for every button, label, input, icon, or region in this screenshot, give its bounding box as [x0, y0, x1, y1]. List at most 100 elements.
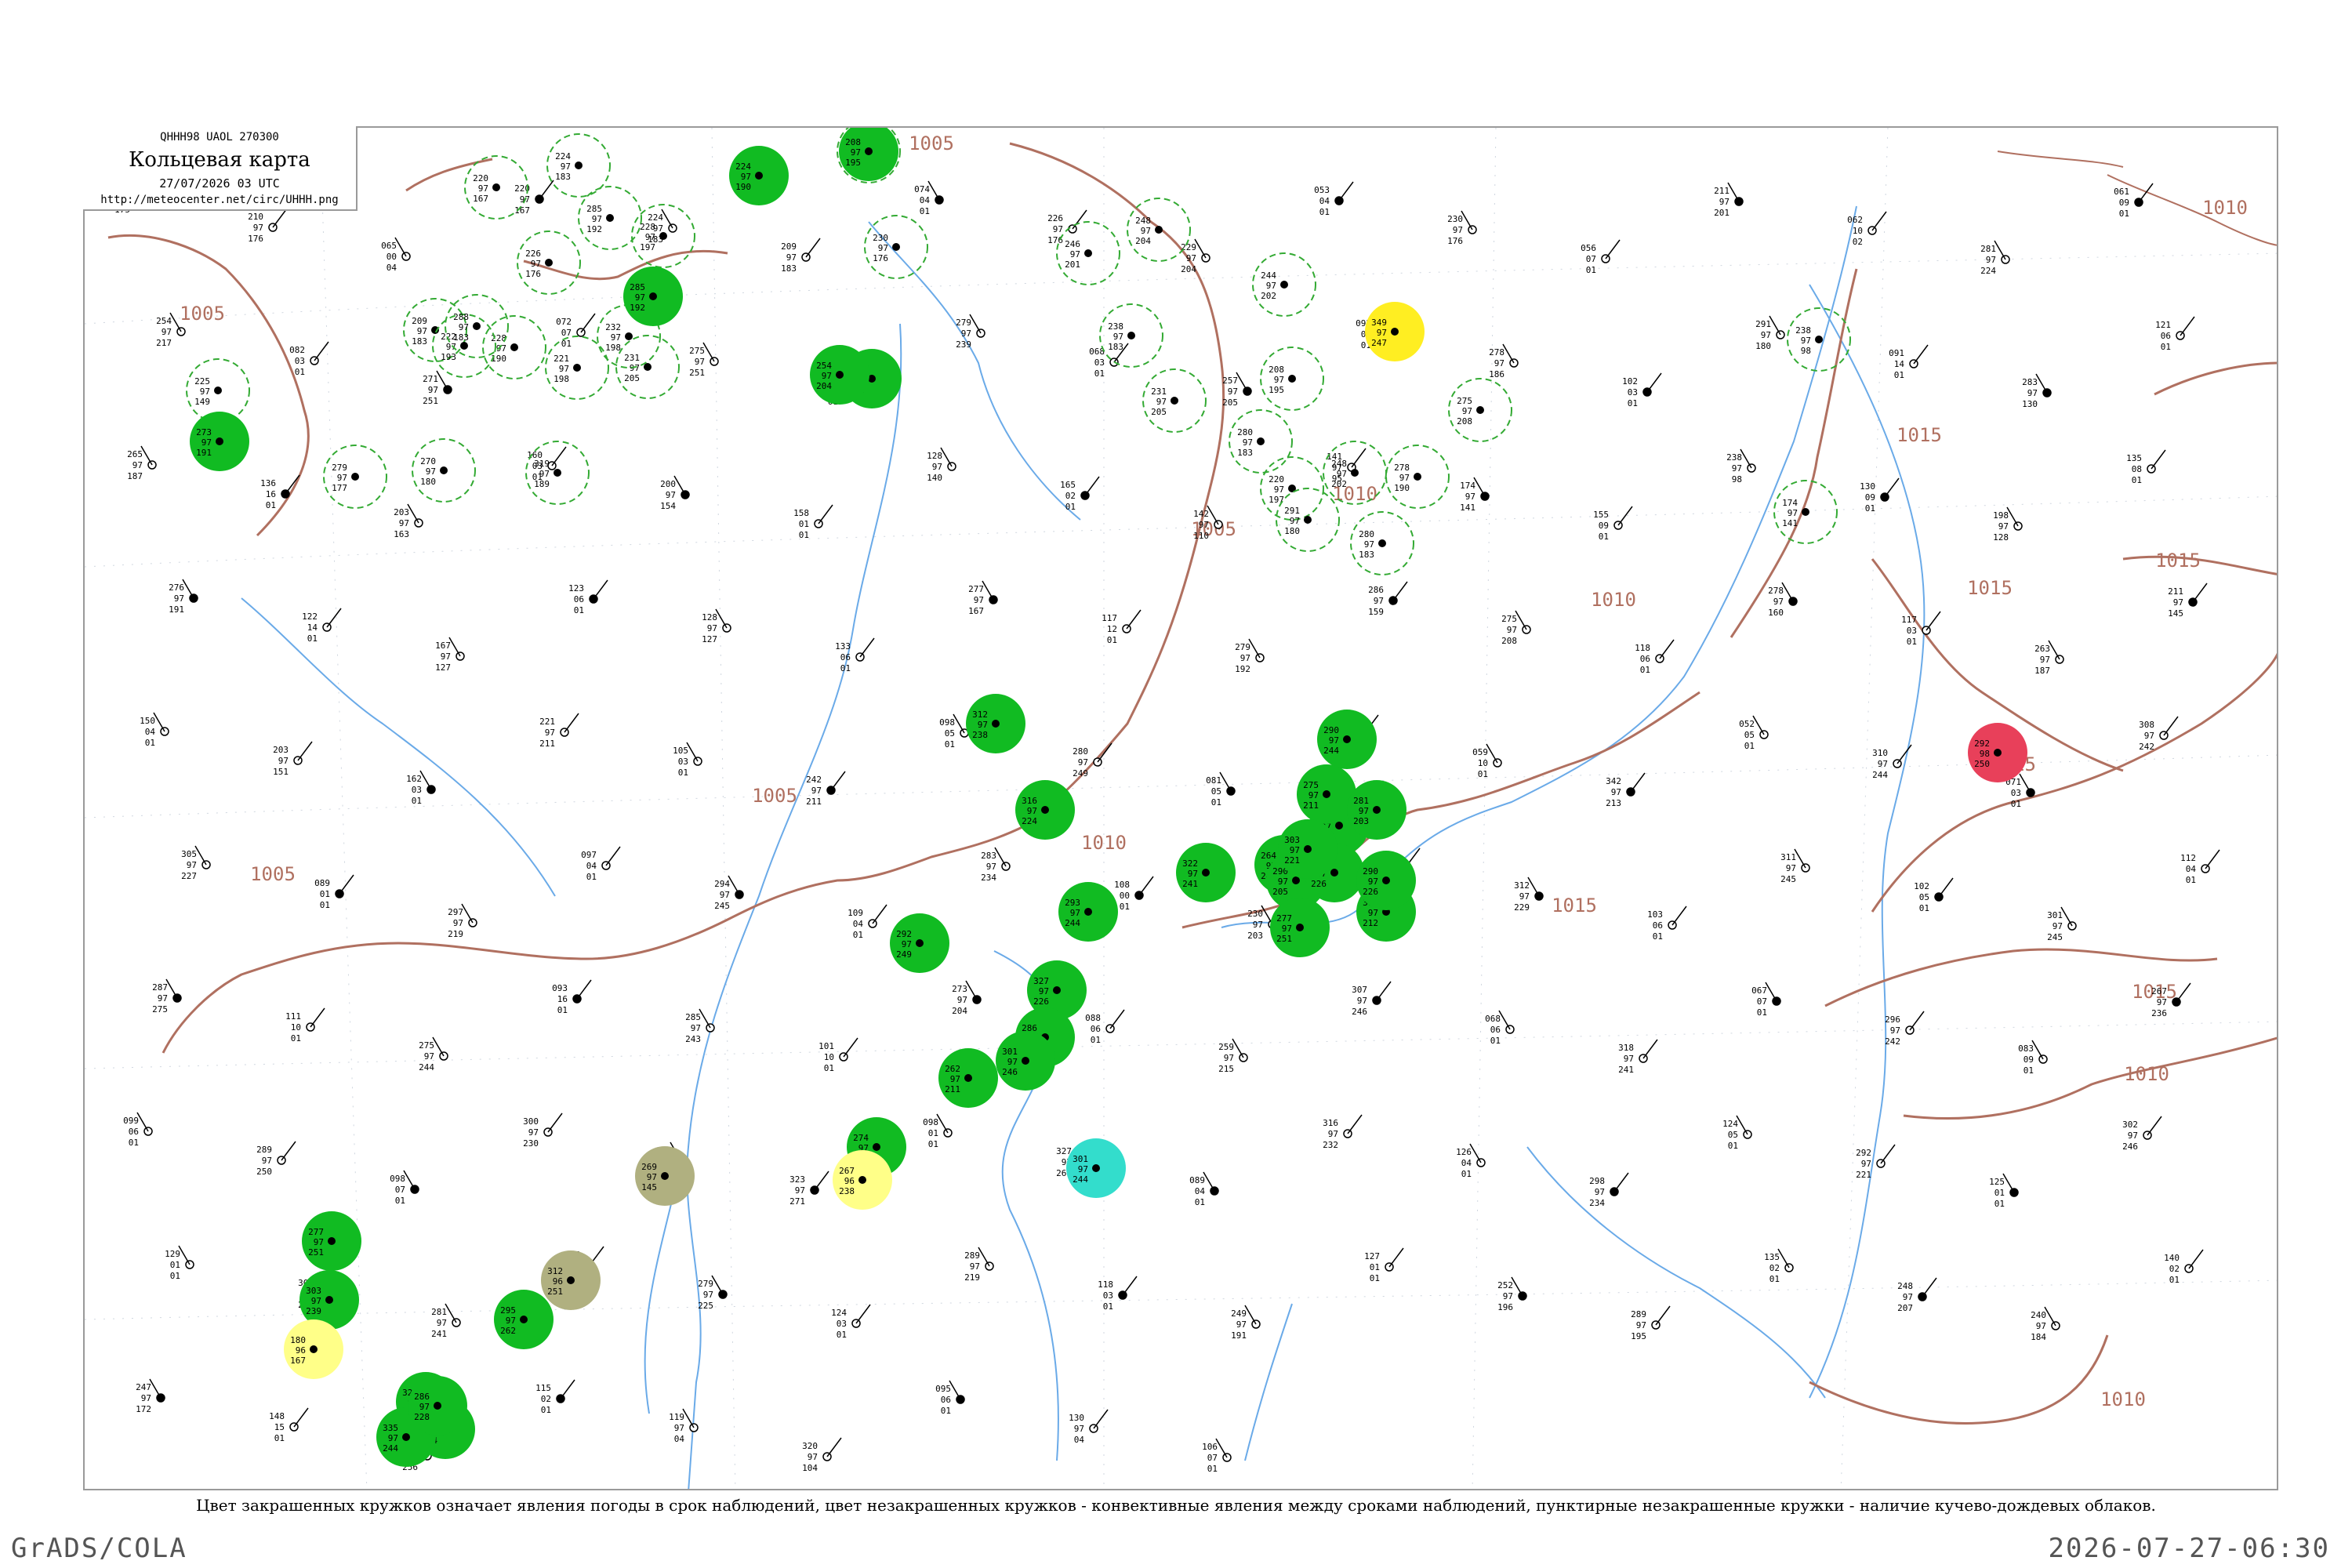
wind-barb: [2035, 373, 2048, 394]
wind-barb: [165, 978, 178, 999]
station-temp: 03: [295, 356, 305, 366]
station-pressure: 238: [1726, 452, 1742, 463]
station-dewpoint: 192: [630, 303, 645, 313]
station-temp: 97: [311, 1296, 321, 1306]
station-temp: 97: [158, 993, 168, 1004]
station-temp: 08: [2132, 464, 2142, 474]
station-plot: 27997192: [1235, 638, 1265, 674]
station-pressure: 281: [1980, 244, 1996, 254]
station-pressure: 249: [1231, 1308, 1247, 1319]
station-cloud-marker: [1378, 539, 1386, 547]
station-pressure: 302: [2122, 1120, 2138, 1130]
station-pressure: 252: [1497, 1280, 1513, 1290]
station-plot: 29697242: [1885, 1011, 1925, 1047]
station-temp: 06: [1091, 1024, 1101, 1034]
station-plot: 1481501: [269, 1407, 309, 1443]
wind-barb: [1909, 1011, 1925, 1031]
station-plot: 28997219: [964, 1247, 994, 1283]
station-dewpoint: 01: [853, 930, 863, 940]
isobar-label: 1010: [2202, 197, 2248, 219]
station-dewpoint: 110: [1193, 531, 1209, 541]
station-pressure: 300: [523, 1116, 539, 1127]
station-pressure: 121: [2155, 320, 2171, 330]
wind-barb: [1794, 848, 1806, 869]
station-temp: 12: [1107, 624, 1117, 634]
station-dewpoint: 180: [420, 477, 436, 487]
station-pressure: 275: [1303, 780, 1319, 790]
station-temp: 97: [1039, 986, 1049, 996]
station-cloud-marker: [216, 437, 223, 445]
station-temp: 97: [528, 1127, 539, 1138]
cb-cloud-circle: 24697201: [1056, 221, 1120, 285]
station-pressure: 127: [1364, 1251, 1380, 1261]
station-plot: 1400201: [2164, 1249, 2204, 1285]
wind-barb: [1617, 506, 1633, 526]
station-dewpoint: 01: [295, 367, 305, 377]
station-plot: 28397234: [981, 847, 1011, 883]
station-cloud-marker: [1041, 806, 1049, 814]
wind-barb: [936, 1113, 949, 1134]
station-pressure: 322: [1182, 858, 1198, 869]
station-pressure: 296: [1885, 1014, 1900, 1025]
station-pressure: 140: [2164, 1253, 2180, 1263]
station-plot: 31297229: [1514, 877, 1544, 913]
station-temp: 97: [795, 1185, 805, 1196]
station-temp: 96: [553, 1276, 563, 1287]
station-dewpoint: 224: [1980, 266, 1996, 276]
station-temp: 97: [1278, 877, 1288, 887]
station-dewpoint: 01: [561, 339, 572, 349]
station-dewpoint: 247: [1371, 338, 1387, 348]
station-pressure: 230: [1447, 214, 1463, 224]
station-temp: 97: [974, 595, 984, 605]
station-temp: 02: [2169, 1264, 2180, 1274]
station-pressure: 303: [306, 1286, 321, 1296]
station-plot: 1309704: [1069, 1409, 1109, 1445]
wind-barb: [136, 1112, 149, 1132]
station-plot: 1580101: [793, 504, 833, 540]
station-dewpoint: 246: [2122, 1142, 2138, 1152]
station-dewpoint: 01: [945, 739, 955, 750]
station-pressure: 082: [289, 345, 305, 355]
station-temp: 97: [1228, 387, 1238, 397]
weather-circles: 2249718322097167226971762859719222897190…: [186, 128, 2027, 1467]
station-temp: 97: [1078, 1164, 1088, 1174]
station-plot: 1330601: [835, 637, 875, 673]
station-dewpoint: 01: [2132, 475, 2142, 485]
station-pressure: 289: [964, 1250, 980, 1261]
station-temp: 97: [1070, 908, 1080, 918]
station-pressure: 148: [269, 1411, 285, 1421]
station-dewpoint: 01: [1211, 797, 1221, 808]
wind-barb: [1473, 477, 1486, 497]
station-pressure: 242: [806, 775, 822, 785]
cb-cloud-circle: 28897183: [445, 294, 509, 358]
wind-barb: [673, 475, 686, 495]
station-temp: 97: [174, 593, 184, 604]
weather-phenomenon-circle: 20897195: [839, 128, 898, 181]
station-dewpoint: 01: [2011, 799, 2021, 809]
station-temp: 04: [853, 919, 864, 929]
station-dewpoint: 245: [714, 901, 730, 911]
station-pressure: 248: [1135, 216, 1151, 226]
station-dewpoint: 239: [956, 339, 971, 350]
station-temp: 97: [1074, 1424, 1084, 1434]
station-pressure: 311: [1780, 852, 1796, 862]
station-temp: 06: [941, 1395, 951, 1405]
station-temp: 97: [539, 469, 550, 479]
station-temp: 97: [1253, 920, 1263, 930]
wind-barb: [1498, 1010, 1511, 1030]
station-cloud-marker: [659, 232, 667, 240]
weather-phenomenon-circle: 31697224: [1015, 780, 1075, 840]
wind-barb: [272, 208, 288, 228]
station-dewpoint: 01: [799, 530, 809, 540]
station-dewpoint: 01: [2161, 342, 2171, 352]
station-temp: 97: [741, 172, 751, 182]
station-dewpoint: 154: [660, 501, 676, 511]
station-dewpoint: 249: [896, 949, 912, 960]
station-pressure: 290: [1323, 725, 1339, 735]
wind-barb: [859, 637, 875, 658]
wind-barb: [2192, 583, 2208, 603]
station-dewpoint: 183: [412, 336, 427, 347]
station-pressure: 292: [1856, 1148, 1871, 1158]
map-canvas: 1005100510051005100510051010101010101010…: [85, 128, 2277, 1489]
weather-phenomenon-circle: 29297249: [890, 913, 949, 973]
